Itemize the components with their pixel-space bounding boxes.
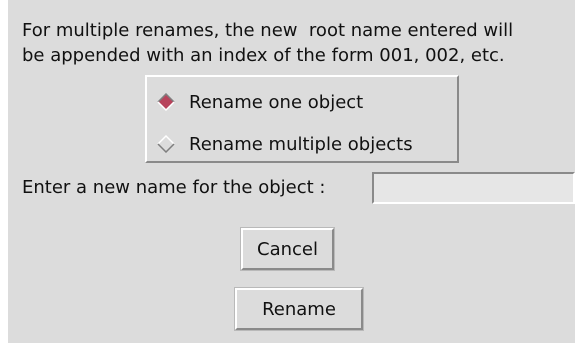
rename-one-object-label: Rename one object [189,91,364,113]
instruction-line-2: be appended with an index of the form 00… [22,45,505,66]
cancel-button[interactable]: Cancel [241,228,334,270]
rename-dialog: For multiple renames, the new root name … [8,0,575,343]
rename-multiple-objects-option[interactable]: Rename multiple objects [157,129,447,159]
rename-instructions: For multiple renames, the new root name … [22,18,572,68]
diamond-radio-icon[interactable] [157,135,175,153]
rename-one-object-option[interactable]: Rename one object [157,87,447,117]
new-name-label: Enter a new name for the object : [22,177,326,198]
diamond-radio-icon[interactable] [157,93,175,111]
rename-button[interactable]: Rename [235,288,363,330]
rename-multiple-objects-label: Rename multiple objects [189,133,413,155]
new-name-input[interactable] [372,172,575,204]
rename-mode-radio-group: Rename one object Rename multiple object… [145,75,459,163]
instruction-line-1: For multiple renames, the new root name … [22,20,514,41]
